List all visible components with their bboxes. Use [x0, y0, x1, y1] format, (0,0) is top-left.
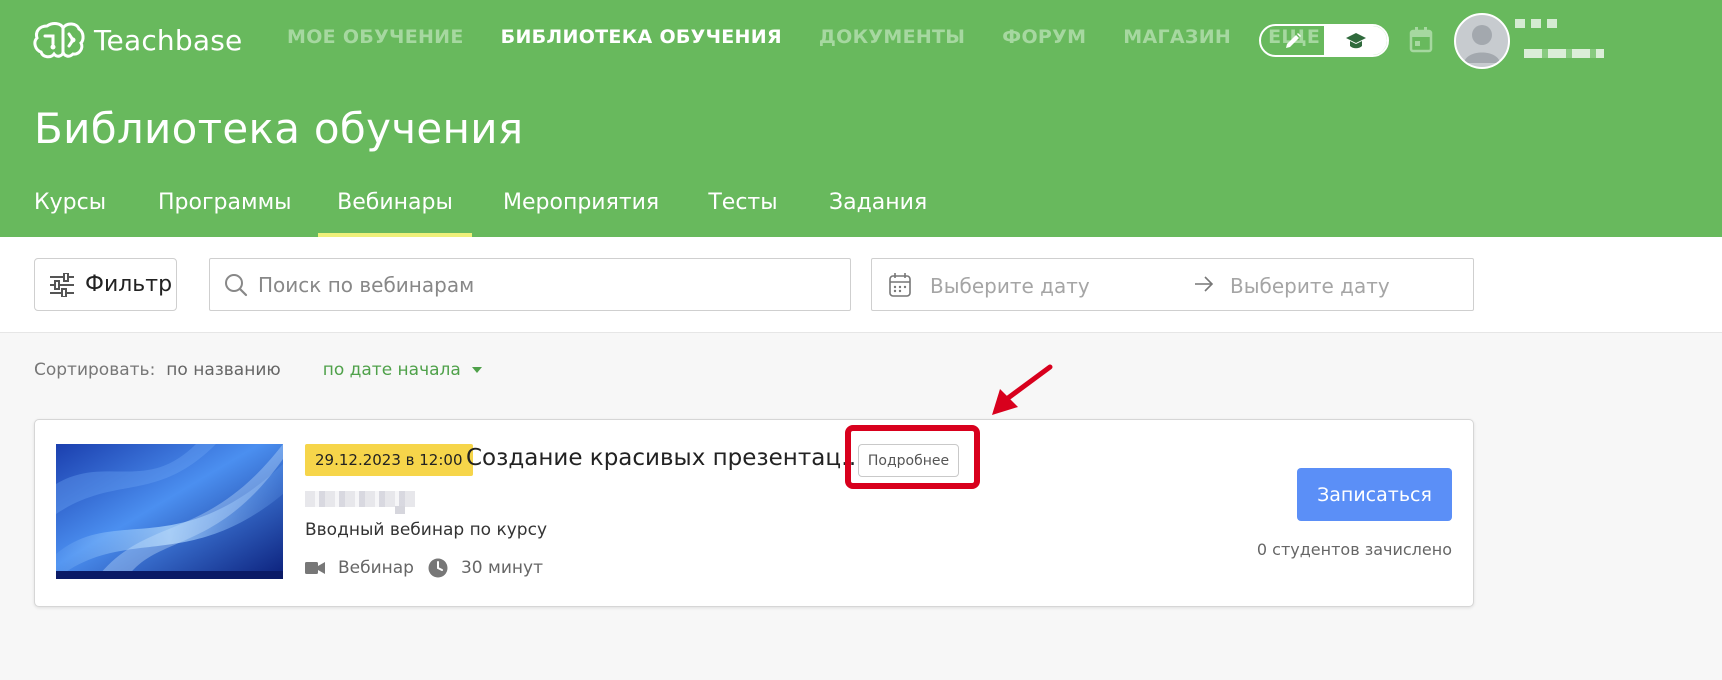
learn-mode-button[interactable]	[1324, 26, 1387, 55]
author-redacted-fragment	[395, 506, 405, 514]
webinar-description: Вводный вебинар по курсу	[305, 520, 548, 540]
filter-toolbar: Фильтр Выберите дату Выберите дату	[0, 237, 1722, 333]
webinar-title[interactable]: Создание красивых презентац…	[466, 445, 864, 471]
webinar-type: Вебинар	[338, 558, 414, 578]
tab-events[interactable]: Мероприятия	[503, 190, 659, 237]
mode-toggle[interactable]	[1259, 24, 1389, 57]
filter-button[interactable]: Фильтр	[34, 258, 177, 311]
topnav-store[interactable]: МАГАЗИН	[1123, 26, 1231, 48]
brain-logo-icon	[33, 22, 85, 59]
tab-tests[interactable]: Тесты	[708, 190, 778, 237]
sort-by-date[interactable]: по дате начала	[323, 360, 461, 380]
sort-label: Сортировать:	[34, 360, 156, 380]
pencil-icon	[1285, 32, 1301, 48]
date-to-input[interactable]: Выберите дату	[1230, 274, 1390, 298]
user-name-redacted	[1515, 19, 1560, 28]
date-from-input[interactable]: Выберите дату	[930, 274, 1090, 298]
tab-courses[interactable]: Курсы	[34, 190, 106, 237]
tab-webinars[interactable]: Вебинары	[318, 190, 472, 237]
user-role-redacted	[1524, 49, 1604, 58]
topnav-my-learning[interactable]: МОЕ ОБУЧЕНИЕ	[287, 26, 464, 48]
tab-programs[interactable]: Программы	[158, 190, 292, 237]
red-arrow-annotation-icon	[992, 364, 1053, 415]
calendar-icon[interactable]	[1409, 27, 1433, 53]
filter-label: Фильтр	[85, 272, 173, 297]
edit-mode-button[interactable]	[1261, 26, 1324, 55]
highlight-annotation-box	[845, 425, 980, 489]
topnav-library[interactable]: БИБЛИОТЕКА ОБУЧЕНИЯ	[501, 26, 782, 48]
tab-assignments[interactable]: Задания	[829, 190, 927, 237]
brand-name: Teachbase	[94, 23, 243, 57]
sort-controls: Сортировать: по названию по дате начала	[34, 360, 482, 380]
search-box[interactable]	[209, 258, 851, 311]
search-icon	[225, 273, 248, 296]
user-icon	[1464, 25, 1500, 63]
author-redacted	[305, 491, 415, 507]
enroll-button[interactable]: Записаться	[1297, 468, 1452, 521]
clock-icon	[428, 558, 448, 578]
topnav-forum[interactable]: ФОРУМ	[1002, 26, 1086, 48]
arrow-right-icon	[1195, 276, 1214, 292]
webinar-date-badge: 29.12.2023 в 12:00	[305, 444, 473, 476]
user-avatar[interactable]	[1454, 13, 1510, 69]
topnav-documents[interactable]: ДОКУМЕНТЫ	[819, 26, 965, 48]
caret-down-icon[interactable]	[471, 367, 482, 373]
webinar-thumbnail[interactable]	[56, 444, 283, 579]
calendar-small-icon	[889, 273, 911, 297]
webinar-card[interactable]: 29.12.2023 в 12:00 Создание красивых пре…	[34, 419, 1474, 607]
top-navigation: МОЕ ОБУЧЕНИЕ БИБЛИОТЕКА ОБУЧЕНИЯ ДОКУМЕН…	[287, 26, 1357, 48]
logo[interactable]: Teachbase	[33, 20, 242, 60]
students-count: 0 студентов зачислено	[1256, 540, 1452, 559]
webinar-meta: Вебинар 30 минут	[305, 558, 543, 578]
video-camera-icon	[305, 562, 325, 574]
sliders-icon	[50, 272, 74, 297]
date-range-picker[interactable]: Выберите дату Выберите дату	[871, 258, 1474, 311]
search-input[interactable]	[258, 272, 818, 297]
header: Teachbase МОЕ ОБУЧЕНИЕ БИБЛИОТЕКА ОБУЧЕН…	[0, 0, 1722, 237]
sort-by-name[interactable]: по названию	[166, 360, 280, 380]
abstract-wallpaper-image	[56, 444, 283, 579]
page-title: Библиотека обучения	[34, 104, 524, 153]
graduation-cap-icon	[1345, 32, 1366, 48]
webinar-duration: 30 минут	[460, 558, 543, 578]
